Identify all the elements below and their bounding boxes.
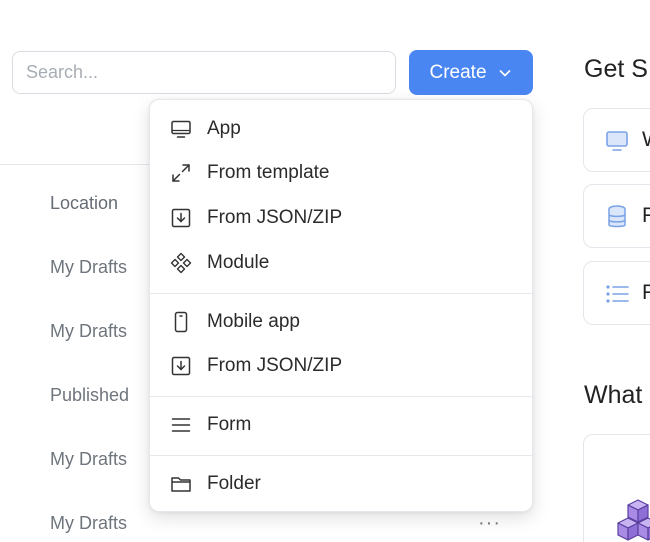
- menu-item-label: From JSON/ZIP: [207, 207, 343, 228]
- module-diamonds-icon: [170, 252, 192, 274]
- menu-item-label: From template: [207, 162, 330, 183]
- menu-item-label: App: [207, 118, 241, 139]
- menu-item-label: Folder: [207, 473, 261, 494]
- download-box-icon: [170, 207, 192, 229]
- feature-card[interactable]: [583, 434, 650, 542]
- card-label: F: [642, 204, 650, 227]
- menu-item-from-json-zip-mobile[interactable]: From JSON/ZIP: [150, 348, 532, 384]
- hamburger-lines-icon: [170, 414, 192, 436]
- expand-arrows-icon: [170, 162, 192, 184]
- menu-item-from-json-zip[interactable]: From JSON/ZIP: [150, 200, 532, 236]
- cubes-illustration-icon: [617, 499, 650, 541]
- menu-item-label: From JSON/ZIP: [207, 355, 343, 376]
- table-row-location: My Drafts: [50, 321, 128, 341]
- create-menu: App From template From JSON/ZIP Module M…: [149, 99, 533, 512]
- menu-item-folder[interactable]: Folder: [150, 466, 532, 502]
- menu-separator: [150, 293, 532, 294]
- create-button-label: Create: [429, 61, 487, 83]
- row-more-actions-button[interactable]: ···: [478, 512, 501, 535]
- menu-item-mobile-app[interactable]: Mobile app: [150, 304, 532, 340]
- page: Create Location My Drafts My Drafts Publ…: [0, 0, 650, 542]
- menu-item-from-template[interactable]: From template: [150, 155, 532, 191]
- folder-icon: [170, 473, 192, 495]
- search-input[interactable]: [12, 51, 396, 94]
- table-row-location: My Drafts: [50, 449, 128, 469]
- create-button[interactable]: Create: [409, 50, 533, 95]
- database-icon: [604, 204, 630, 230]
- table-row-location: My Drafts: [50, 257, 128, 277]
- mobile-phone-icon: [170, 311, 192, 333]
- get-started-card[interactable]: F: [583, 261, 650, 325]
- table-row-location: My Drafts: [50, 513, 128, 533]
- table-row-location: Published: [50, 385, 130, 405]
- get-started-card[interactable]: W: [583, 108, 650, 172]
- whats-new-heading: What: [584, 381, 643, 409]
- card-label: W: [642, 128, 650, 152]
- chevron-down-icon: [497, 65, 513, 81]
- list-icon: [604, 281, 630, 307]
- menu-separator: [150, 455, 532, 456]
- get-started-card[interactable]: F: [583, 184, 650, 248]
- card-label: F: [642, 281, 650, 304]
- menu-item-label: Form: [207, 414, 252, 435]
- menu-item-app[interactable]: App: [150, 111, 532, 147]
- table-divider: [0, 164, 150, 165]
- menu-item-label: Mobile app: [207, 311, 300, 332]
- get-started-heading: Get S: [584, 55, 648, 83]
- monitor-icon: [170, 118, 192, 140]
- column-header-location: Location: [50, 193, 119, 213]
- menu-separator: [150, 396, 532, 397]
- monitor-icon: [604, 128, 630, 154]
- menu-item-module[interactable]: Module: [150, 245, 532, 281]
- download-box-icon: [170, 355, 192, 377]
- menu-item-label: Module: [207, 252, 270, 273]
- menu-item-form[interactable]: Form: [150, 407, 532, 443]
